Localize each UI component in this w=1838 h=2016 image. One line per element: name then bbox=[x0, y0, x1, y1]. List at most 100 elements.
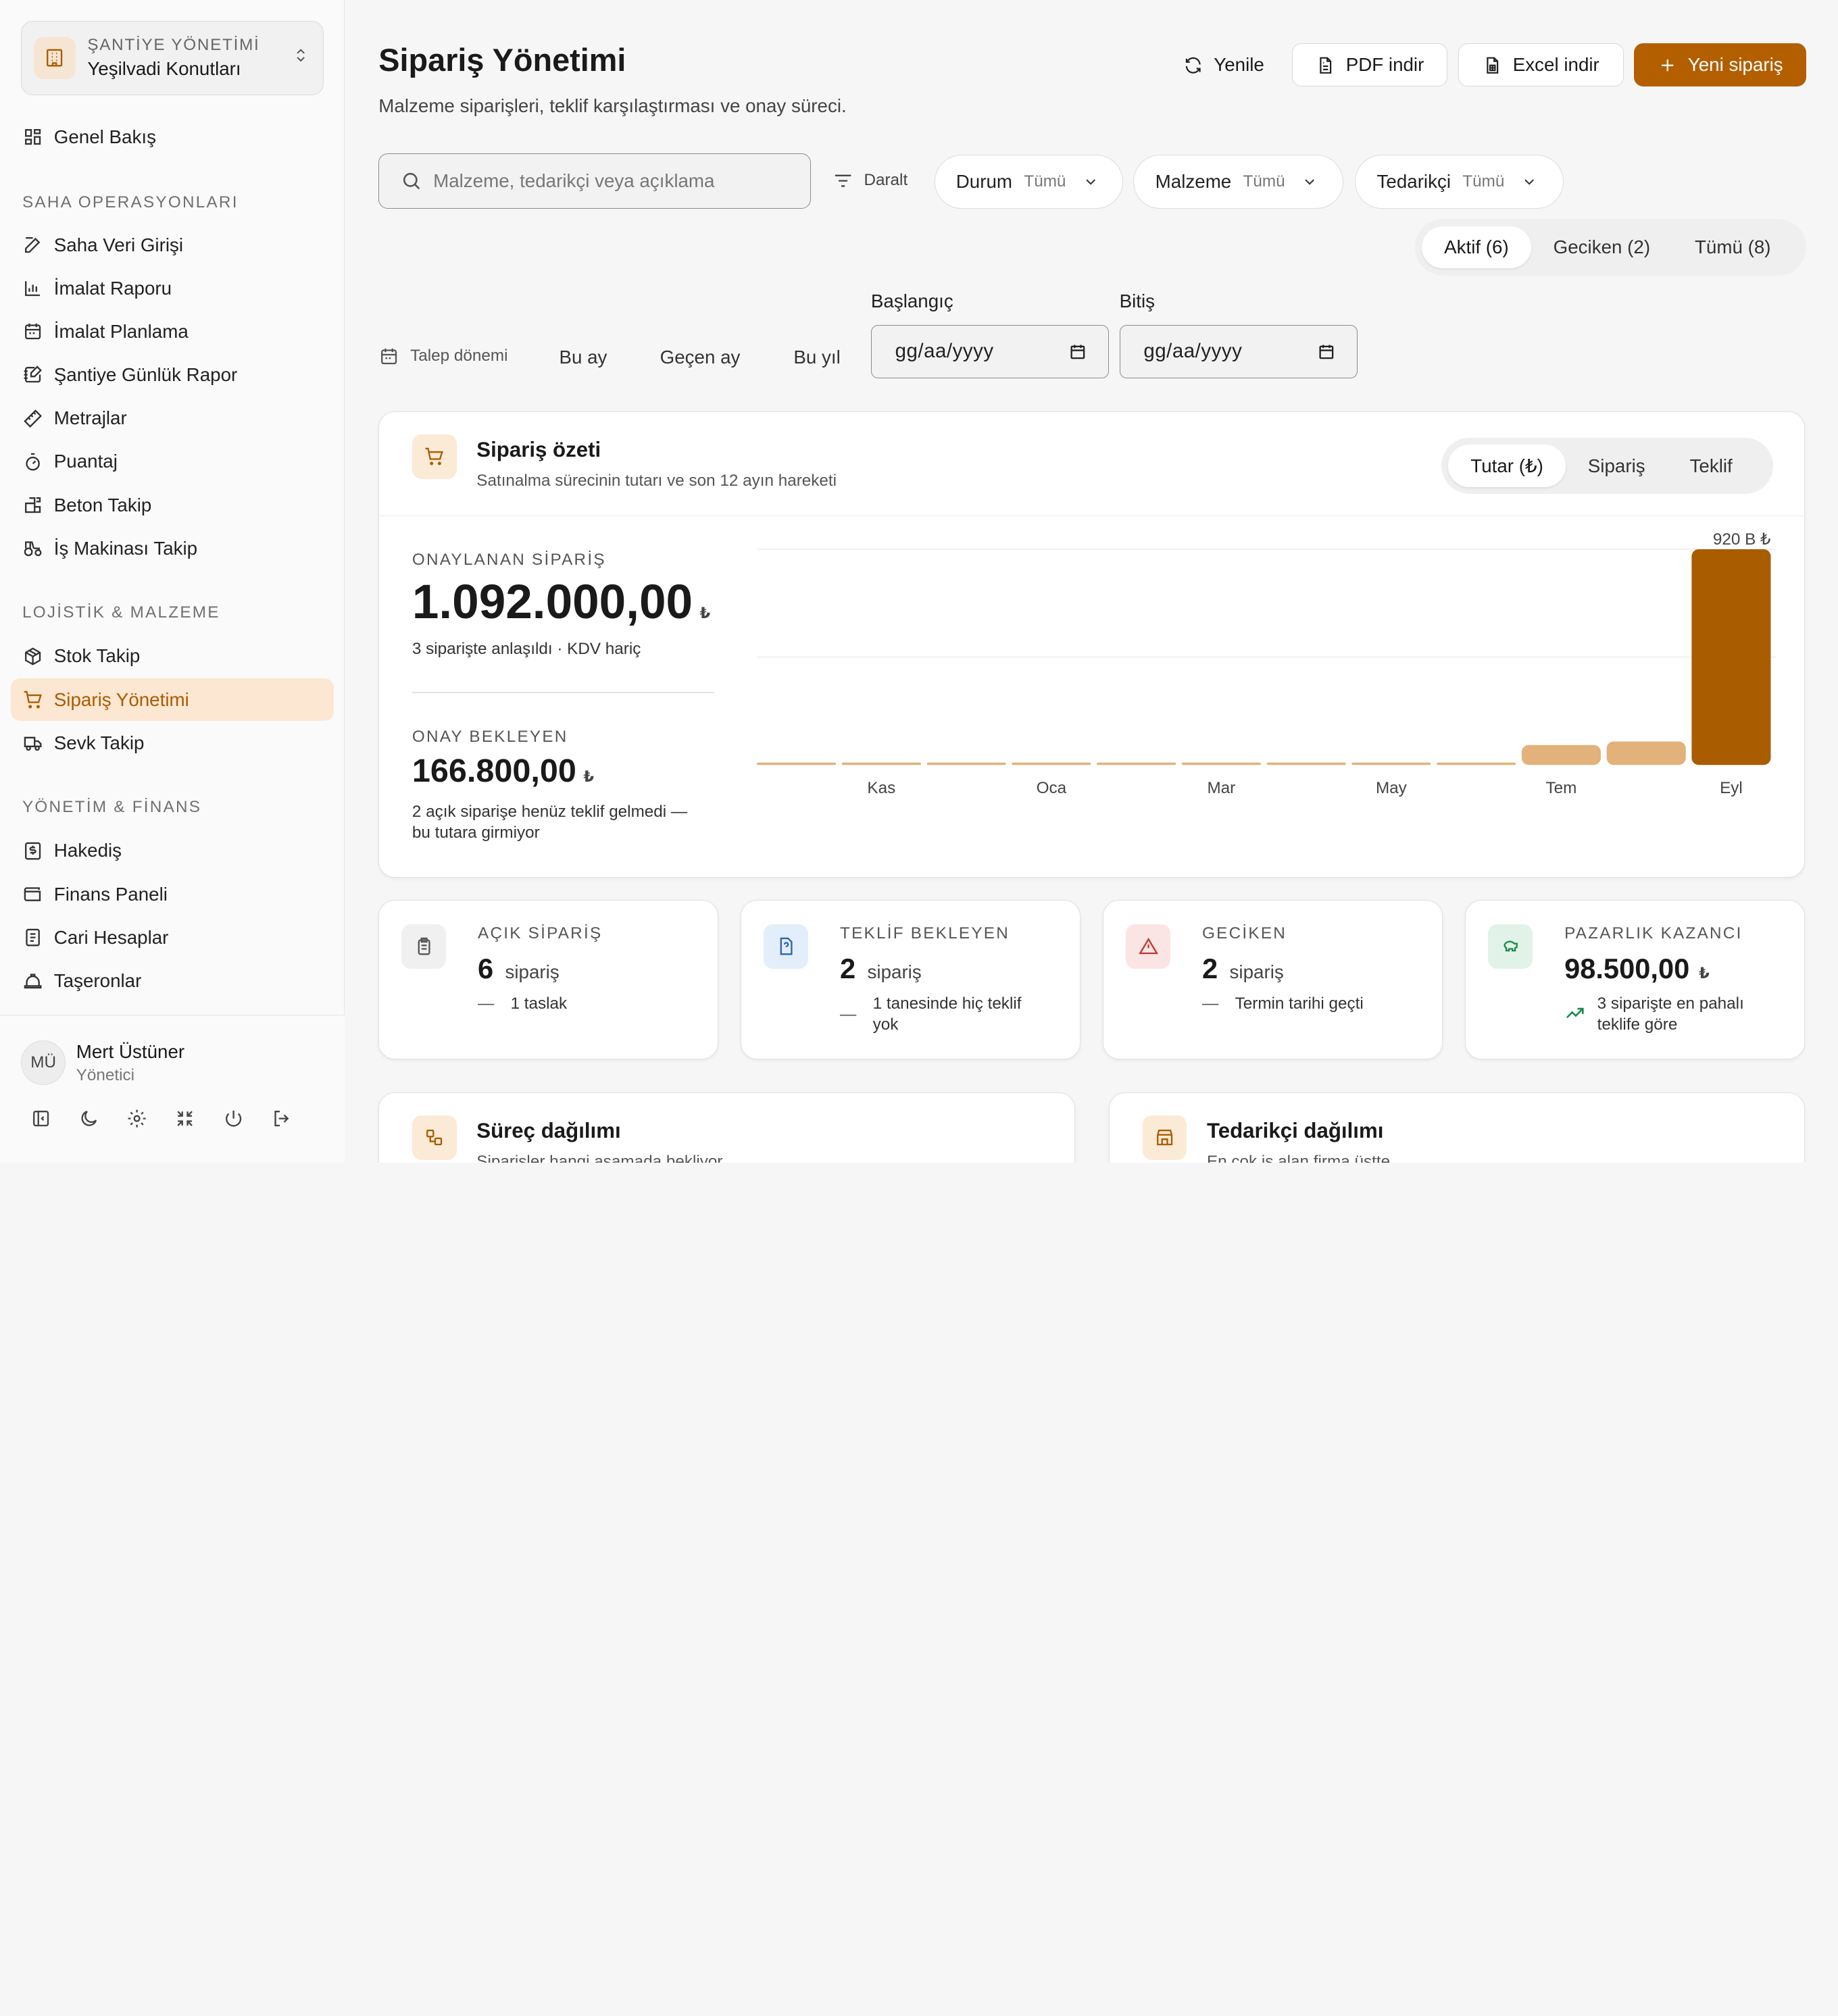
approved-value: 1.092.000,00 bbox=[412, 575, 693, 629]
process-title: Süreç dağılımı bbox=[476, 1118, 621, 1142]
chart-bar[interactable] bbox=[1266, 762, 1346, 765]
period-label-text: Talep dönemi bbox=[410, 347, 508, 366]
new-order-button[interactable]: Yeni sipariş bbox=[1634, 43, 1807, 87]
user-block: MÜ Mert Üstüner Yönetici bbox=[0, 1015, 345, 1163]
nav-item-is-makinasi-takip[interactable]: İş Makinası Takip bbox=[11, 528, 334, 570]
search-box[interactable] bbox=[378, 153, 812, 209]
narrow-filter-button[interactable]: Daralt bbox=[833, 170, 908, 191]
material-filter-dropdown[interactable]: Malzeme Tümü bbox=[1133, 154, 1343, 209]
tab-delayed[interactable]: Geciken (2) bbox=[1531, 226, 1672, 268]
project-switcher[interactable]: ŞANTİYE YÖNETİMİ Yeşilvadi Konutları bbox=[21, 21, 324, 95]
tab-all[interactable]: Tümü (8) bbox=[1672, 226, 1793, 268]
nav-item-label: Stok Takip bbox=[53, 645, 141, 667]
nav-item-metrajlar[interactable]: Metrajlar bbox=[11, 397, 334, 439]
logout-icon[interactable] bbox=[271, 1108, 292, 1129]
building-icon bbox=[33, 36, 76, 80]
chart-bar[interactable] bbox=[1691, 549, 1771, 765]
chart-bar[interactable] bbox=[756, 762, 836, 765]
calendar-icon bbox=[24, 324, 41, 340]
blocks-icon bbox=[24, 497, 41, 513]
hard-hat-icon bbox=[24, 974, 42, 989]
start-date-field[interactable]: gg/aa/yyyy bbox=[870, 324, 1110, 379]
nav-item-santiye-gunluk-rapor[interactable]: Şantiye Günlük Rapor bbox=[11, 354, 334, 396]
sidebar-collapse-icon[interactable] bbox=[30, 1108, 51, 1129]
currency-symbol: ₺ bbox=[583, 767, 595, 785]
card-divider bbox=[379, 515, 1804, 517]
toggle-orders[interactable]: Sipariş bbox=[1566, 445, 1668, 486]
period-this-year-button[interactable]: Bu yıl bbox=[793, 347, 840, 368]
start-date-value: gg/aa/yyyy bbox=[895, 340, 994, 363]
nav-item-imalat-planlama[interactable]: İmalat Planlama bbox=[11, 311, 334, 353]
truck-icon bbox=[24, 736, 42, 751]
nav-item-cari-hesaplar[interactable]: Cari Hesaplar bbox=[11, 917, 334, 959]
stat-note-line-1: 3 siparişte en pahalı bbox=[1597, 994, 1744, 1013]
nav-item-sevk-takip[interactable]: Sevk Takip bbox=[11, 722, 334, 764]
status-filter-dropdown[interactable]: Durum Tümü bbox=[934, 154, 1123, 209]
start-date-label: Başlangıç bbox=[870, 291, 953, 312]
nav-item-beton-takip[interactable]: Beton Takip bbox=[11, 484, 334, 526]
nav-item-imalat-raporu[interactable]: İmalat Raporu bbox=[11, 268, 334, 309]
chart-tick-label: Eyl bbox=[1720, 779, 1743, 797]
chart-tick-label: May bbox=[1376, 779, 1408, 797]
stat-number: 2 bbox=[840, 952, 856, 984]
edit-icon bbox=[24, 236, 41, 253]
minimize-icon[interactable] bbox=[174, 1108, 195, 1129]
calendar-icon bbox=[381, 348, 397, 364]
pdf-download-button[interactable]: PDF indir bbox=[1291, 43, 1448, 87]
chart-bar[interactable] bbox=[1351, 762, 1431, 765]
search-input[interactable] bbox=[433, 170, 785, 192]
nav-item-taseronlar[interactable]: Taşeronlar bbox=[11, 960, 334, 1002]
nav-item-label: Saha Veri Girişi bbox=[53, 234, 184, 255]
stat-note-line-2: yok bbox=[872, 1015, 899, 1034]
nav-item-siparis-yonetimi[interactable]: Sipariş Yönetimi bbox=[10, 678, 334, 721]
toggle-amount[interactable]: Tutar (₺) bbox=[1448, 445, 1566, 487]
nav-item-label: Genel Bakış bbox=[53, 126, 156, 147]
pending-value: 166.800,00 bbox=[412, 752, 576, 789]
power-icon[interactable] bbox=[223, 1108, 244, 1129]
nav-item-finans-paneli[interactable]: Finans Paneli bbox=[11, 873, 334, 915]
chart-bar[interactable] bbox=[1436, 762, 1516, 765]
end-date-field[interactable]: gg/aa/yyyy bbox=[1119, 324, 1358, 379]
shopping-cart-icon bbox=[412, 434, 457, 479]
layout-grid-icon bbox=[24, 129, 41, 145]
excel-download-button[interactable]: Excel indir bbox=[1458, 43, 1624, 87]
stat-unit: sipariş bbox=[1229, 961, 1284, 982]
currency-symbol: ₺ bbox=[699, 604, 711, 622]
stat-card-delayed: GECİKEN 2 sipariş — Termin tarihi geçti bbox=[1103, 900, 1443, 1060]
chart-bar[interactable] bbox=[926, 762, 1006, 765]
chart-tick-label: Kas bbox=[867, 779, 895, 797]
main-content: Sipariş Yönetimi Malzeme siparişleri, te… bbox=[345, 0, 1838, 1163]
chart-bar[interactable] bbox=[1606, 741, 1686, 765]
refresh-label: Yenile bbox=[1214, 54, 1264, 76]
user-role: Yönetici bbox=[76, 1065, 135, 1084]
chart-bar[interactable] bbox=[1521, 745, 1601, 765]
status-tabs: Aktif (6) Geciken (2) Tümü (8) bbox=[1414, 219, 1807, 276]
stat-card-awaiting-quote: TEKLİF BEKLEYEN 2 sipariş — 1 tanesinde hi… bbox=[741, 900, 1081, 1060]
request-period-label: Talep dönemi bbox=[378, 346, 507, 367]
avatar[interactable]: MÜ bbox=[21, 1040, 66, 1085]
nav-item-puantaj[interactable]: Puantaj bbox=[11, 440, 334, 482]
store-icon bbox=[1142, 1115, 1187, 1160]
nav-item-hakedis[interactable]: Hakediş bbox=[11, 830, 334, 872]
nav-item-stok-takip[interactable]: Stok Takip bbox=[11, 635, 334, 677]
stat-note: Termin tarihi geçti bbox=[1235, 994, 1364, 1013]
tab-active[interactable]: Aktif (6) bbox=[1422, 226, 1531, 269]
gear-icon[interactable] bbox=[126, 1108, 147, 1129]
nav-item-saha-veri-girisi[interactable]: Saha Veri Girişi bbox=[11, 224, 334, 266]
chart-bar[interactable] bbox=[1096, 762, 1176, 765]
nav-item-overview[interactable]: Genel Bakış bbox=[11, 116, 334, 158]
chart-bar[interactable] bbox=[1181, 762, 1261, 765]
toggle-quotes[interactable]: Teklif bbox=[1668, 445, 1755, 486]
chart-value-label: 920 B ₺ bbox=[1713, 532, 1771, 549]
chart-bar[interactable] bbox=[1012, 762, 1091, 765]
period-this-month-button[interactable]: Bu ay bbox=[559, 347, 607, 368]
nav-item-label: Beton Takip bbox=[53, 494, 152, 515]
summary-title: Sipariş özeti bbox=[476, 438, 601, 462]
approved-amount: 1.092.000,00 ₺ bbox=[412, 575, 710, 630]
chart-bar[interactable] bbox=[841, 762, 921, 765]
supplier-filter-dropdown[interactable]: Tedarikçi Tümü bbox=[1355, 154, 1564, 209]
material-filter-value: Tümü bbox=[1243, 172, 1285, 191]
moon-icon[interactable] bbox=[78, 1108, 99, 1129]
refresh-button[interactable]: Yenile bbox=[1162, 43, 1286, 86]
period-last-month-button[interactable]: Geçen ay bbox=[660, 347, 741, 368]
